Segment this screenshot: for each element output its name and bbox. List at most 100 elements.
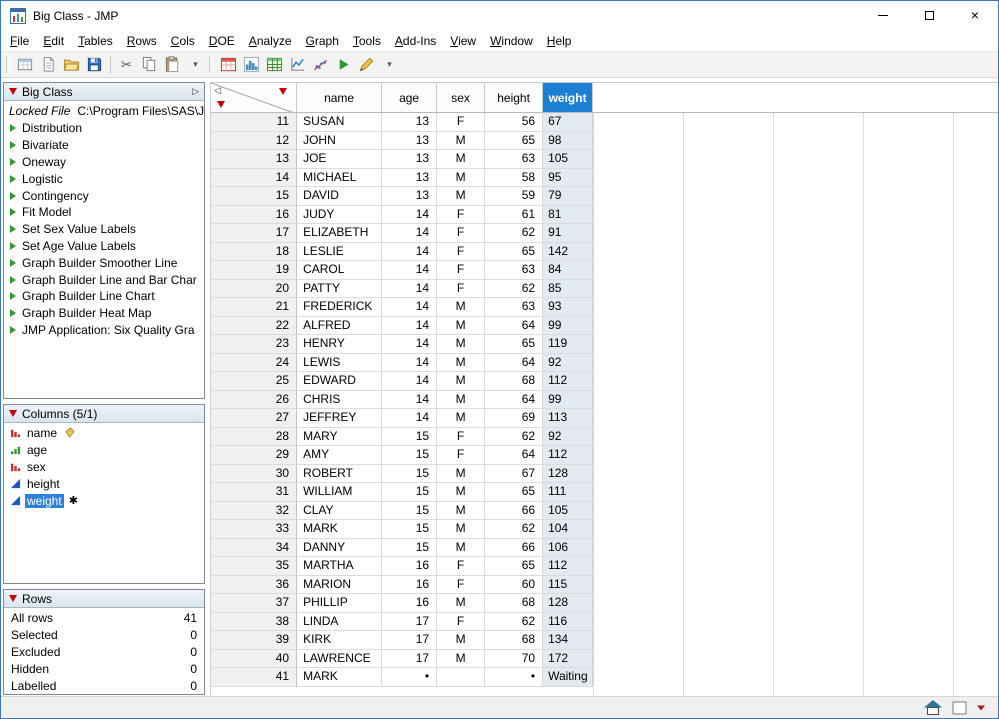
menu-cols[interactable]: Cols bbox=[164, 31, 202, 51]
cell-sex[interactable]: M bbox=[437, 391, 485, 410]
cell-age[interactable]: 14 bbox=[382, 298, 437, 317]
ordinal-modeling-type-icon[interactable] bbox=[9, 444, 21, 456]
row-number[interactable]: 40 bbox=[211, 650, 297, 669]
row-number[interactable]: 19 bbox=[211, 261, 297, 280]
continuous-modeling-type-icon[interactable] bbox=[9, 478, 21, 490]
minimize-button[interactable] bbox=[860, 1, 906, 30]
cell-weight[interactable]: 113 bbox=[543, 409, 593, 428]
cell-name[interactable]: MARK bbox=[297, 520, 382, 539]
cell-sex[interactable]: M bbox=[437, 502, 485, 521]
script-item-contingency[interactable]: Contingency bbox=[4, 187, 204, 204]
row-number[interactable]: 27 bbox=[211, 409, 297, 428]
menu-help[interactable]: Help bbox=[540, 31, 579, 51]
cell-height[interactable]: 66 bbox=[485, 502, 543, 521]
cell-height[interactable]: 62 bbox=[485, 520, 543, 539]
column-item-age[interactable]: age bbox=[4, 441, 204, 458]
rows-stat-selected[interactable]: Selected0 bbox=[4, 626, 204, 643]
row-number[interactable]: 36 bbox=[211, 576, 297, 595]
cell-age[interactable]: 13 bbox=[382, 187, 437, 206]
cell-name[interactable]: KIRK bbox=[297, 631, 382, 650]
cell-name[interactable]: HENRY bbox=[297, 335, 382, 354]
cell-weight[interactable]: 115 bbox=[543, 576, 593, 595]
cell-weight[interactable]: 128 bbox=[543, 465, 593, 484]
menu-tables[interactable]: Tables bbox=[71, 31, 120, 51]
home-icon[interactable] bbox=[923, 699, 943, 716]
cell-age[interactable]: 14 bbox=[382, 206, 437, 225]
cell-age[interactable]: 14 bbox=[382, 354, 437, 373]
cell-sex[interactable]: M bbox=[437, 631, 485, 650]
menu-graph[interactable]: Graph bbox=[299, 31, 346, 51]
cell-height[interactable]: 65 bbox=[485, 557, 543, 576]
cell-name[interactable]: ALFRED bbox=[297, 317, 382, 336]
cell-age[interactable]: 13 bbox=[382, 113, 437, 132]
cell-height[interactable]: 65 bbox=[485, 483, 543, 502]
script-item-distribution[interactable]: Distribution bbox=[4, 120, 204, 137]
cell-sex[interactable]: F bbox=[437, 280, 485, 299]
row-number[interactable]: 32 bbox=[211, 502, 297, 521]
row-number[interactable]: 12 bbox=[211, 132, 297, 151]
cell-age[interactable]: 16 bbox=[382, 594, 437, 613]
cell-name[interactable]: LESLIE bbox=[297, 243, 382, 262]
cell-sex[interactable]: F bbox=[437, 261, 485, 280]
cell-sex[interactable]: M bbox=[437, 520, 485, 539]
cell-height[interactable]: 69 bbox=[485, 409, 543, 428]
row-number[interactable]: 30 bbox=[211, 465, 297, 484]
cell-weight[interactable]: 95 bbox=[543, 169, 593, 188]
script-item-set-age-value-labels[interactable]: Set Age Value Labels bbox=[4, 238, 204, 255]
cell-weight[interactable]: 92 bbox=[543, 354, 593, 373]
cell-weight[interactable]: 116 bbox=[543, 613, 593, 632]
cell-height[interactable]: 62 bbox=[485, 613, 543, 632]
cell-sex[interactable]: M bbox=[437, 150, 485, 169]
rows-stat-excluded[interactable]: Excluded0 bbox=[4, 643, 204, 660]
cell-name[interactable]: MARTHA bbox=[297, 557, 382, 576]
cell-height[interactable]: 62 bbox=[485, 428, 543, 447]
cell-weight[interactable]: 112 bbox=[543, 557, 593, 576]
cell-age[interactable]: 15 bbox=[382, 465, 437, 484]
script-item-graph-builder-line-and-bar-char[interactable]: Graph Builder Line and Bar Char bbox=[4, 271, 204, 288]
cell-age[interactable]: 13 bbox=[382, 150, 437, 169]
cell-sex[interactable]: F bbox=[437, 206, 485, 225]
window-layout-icon[interactable] bbox=[952, 701, 967, 715]
cell-sex[interactable]: M bbox=[437, 335, 485, 354]
tabulate-icon[interactable] bbox=[263, 53, 286, 76]
rows-menu-icon[interactable] bbox=[217, 101, 225, 108]
menu-edit[interactable]: Edit bbox=[36, 31, 71, 51]
cell-weight[interactable]: 106 bbox=[543, 539, 593, 558]
script-item-graph-builder-line-chart[interactable]: Graph Builder Line Chart bbox=[4, 288, 204, 305]
cell-sex[interactable]: M bbox=[437, 187, 485, 206]
cell-weight[interactable]: 67 bbox=[543, 113, 593, 132]
cell-weight[interactable]: 128 bbox=[543, 594, 593, 613]
layout-dropdown-icon[interactable] bbox=[976, 704, 986, 712]
cell-age[interactable]: 14 bbox=[382, 243, 437, 262]
columns-panel-menu-icon[interactable] bbox=[9, 410, 17, 417]
cell-height[interactable]: 70 bbox=[485, 650, 543, 669]
cell-name[interactable]: SUSAN bbox=[297, 113, 382, 132]
cell-weight[interactable]: 112 bbox=[543, 372, 593, 391]
row-number[interactable]: 20 bbox=[211, 280, 297, 299]
maximize-button[interactable] bbox=[906, 1, 952, 30]
menu-file[interactable]: File bbox=[3, 31, 36, 51]
row-number[interactable]: 14 bbox=[211, 169, 297, 188]
cell-weight[interactable]: 81 bbox=[543, 206, 593, 225]
cell-sex[interactable]: F bbox=[437, 224, 485, 243]
cell-age[interactable]: 14 bbox=[382, 317, 437, 336]
cell-weight[interactable]: 98 bbox=[543, 132, 593, 151]
cell-sex[interactable]: F bbox=[437, 446, 485, 465]
cell-height[interactable]: 68 bbox=[485, 594, 543, 613]
cell-age[interactable]: 17 bbox=[382, 613, 437, 632]
cell-sex[interactable]: M bbox=[437, 372, 485, 391]
cell-age[interactable]: 16 bbox=[382, 576, 437, 595]
cell-age[interactable]: 13 bbox=[382, 169, 437, 188]
rows-panel-header[interactable]: Rows bbox=[4, 590, 204, 608]
column-item-name[interactable]: name bbox=[4, 424, 204, 441]
cell-sex[interactable]: M bbox=[437, 465, 485, 484]
cell-weight[interactable]: 111 bbox=[543, 483, 593, 502]
cell-height[interactable]: 62 bbox=[485, 224, 543, 243]
cell-weight[interactable]: 119 bbox=[543, 335, 593, 354]
cell-name[interactable]: PATTY bbox=[297, 280, 382, 299]
menu-doe[interactable]: DOE bbox=[202, 31, 242, 51]
cell-name[interactable]: LEWIS bbox=[297, 354, 382, 373]
cell-age[interactable]: 15 bbox=[382, 539, 437, 558]
row-number[interactable]: 22 bbox=[211, 317, 297, 336]
menu-analyze[interactable]: Analyze bbox=[242, 31, 299, 51]
